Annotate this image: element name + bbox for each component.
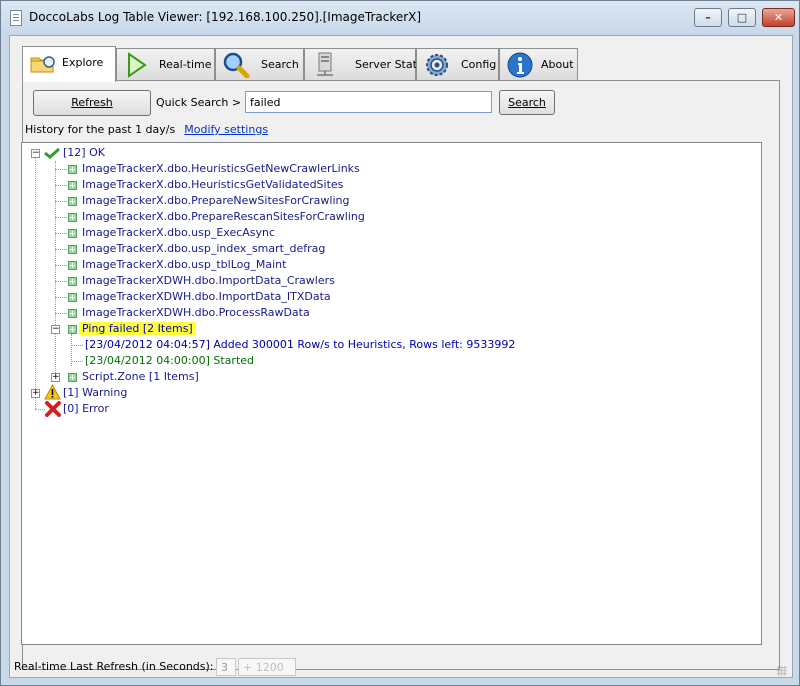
tree-guide bbox=[55, 201, 69, 202]
leaf-icon bbox=[68, 197, 77, 206]
quick-search-input[interactable] bbox=[245, 91, 492, 113]
check-icon bbox=[44, 147, 60, 159]
leaf-icon bbox=[68, 245, 77, 254]
maximize-icon: □ bbox=[736, 11, 748, 24]
tree-item[interactable]: ImageTrackerX.dbo.usp_index_smart_defrag bbox=[82, 241, 325, 257]
explore-panel: Refresh Quick Search > Search History fo… bbox=[21, 80, 780, 670]
tree-item[interactable]: ImageTrackerX.dbo.usp_tblLog_Maint bbox=[82, 257, 286, 273]
tree-guide bbox=[55, 265, 69, 266]
leaf-icon bbox=[68, 373, 77, 382]
tree-guide bbox=[55, 297, 69, 298]
tab-explore[interactable]: Explore bbox=[22, 46, 116, 82]
refresh-interval-max[interactable]: + 1200 bbox=[238, 658, 296, 676]
tree-node-ok[interactable]: [12] OK bbox=[63, 145, 105, 161]
tree-item[interactable]: ImageTrackerX.dbo.PrepareNewSitesForCraw… bbox=[82, 193, 349, 209]
leaf-icon bbox=[68, 261, 77, 270]
tab-search[interactable]: Search bbox=[215, 48, 304, 80]
tree-item[interactable]: ImageTrackerX.dbo.HeuristicsGetNewCrawle… bbox=[82, 161, 360, 177]
error-x-icon bbox=[45, 401, 61, 417]
tab-about[interactable]: About bbox=[499, 48, 578, 80]
quick-search-label: Quick Search > bbox=[156, 96, 242, 109]
server-icon bbox=[317, 52, 333, 76]
leaf-icon bbox=[68, 213, 77, 222]
tree-guide bbox=[55, 281, 69, 282]
tree-guide bbox=[55, 233, 69, 234]
refresh-label: Refresh bbox=[71, 96, 113, 109]
history-text: History for the past 1 day/s bbox=[25, 123, 176, 136]
ping-failed-label: Ping failed [2 Items] bbox=[79, 322, 196, 335]
tree-item[interactable]: ImageTrackerX.dbo.PrepareRescanSitesForC… bbox=[82, 209, 365, 225]
tree-guide bbox=[55, 185, 69, 186]
tab-label: Explore bbox=[62, 56, 104, 69]
expand-toggle[interactable]: + bbox=[31, 389, 40, 398]
leaf-icon bbox=[68, 325, 77, 334]
refresh-max-value: 1200 bbox=[255, 661, 284, 674]
tree-guide bbox=[55, 169, 69, 170]
leaf-icon bbox=[68, 293, 77, 302]
info-icon bbox=[507, 52, 533, 78]
close-icon: ✕ bbox=[773, 11, 784, 24]
tree-item[interactable]: ImageTrackerXDWH.dbo.ProcessRawData bbox=[82, 305, 310, 321]
tree-item[interactable]: ImageTrackerXDWH.dbo.ImportData_ITXData bbox=[82, 289, 331, 305]
tree-node-error[interactable]: [0] Error bbox=[63, 401, 109, 417]
leaf-icon bbox=[68, 277, 77, 286]
app-window: DoccoLabs Log Table Viewer: [192.168.100… bbox=[0, 0, 800, 686]
title-bar[interactable]: DoccoLabs Log Table Viewer: [192.168.100… bbox=[1, 1, 799, 35]
history-line: History for the past 1 day/s Modify setti… bbox=[25, 123, 268, 136]
tab-config[interactable]: Config bbox=[416, 48, 499, 80]
client-area: Explore Real-time Search Server Stats Co… bbox=[9, 35, 793, 678]
tree-guide bbox=[71, 345, 83, 346]
tree-node-script-zone[interactable]: Script.Zone [1 Items] bbox=[82, 369, 199, 385]
window-title: DoccoLabs Log Table Viewer: [192.168.100… bbox=[29, 10, 422, 24]
tree-guide bbox=[35, 409, 45, 410]
tree-guide bbox=[71, 361, 83, 362]
app-icon bbox=[10, 10, 22, 26]
status-bar: Real-time Last Refresh (in Seconds): 3 +… bbox=[9, 656, 791, 678]
refresh-interval-label: Real-time Last Refresh (in Seconds): bbox=[14, 660, 214, 673]
maximize-button[interactable]: □ bbox=[728, 8, 756, 27]
search-button[interactable]: Search bbox=[499, 90, 555, 115]
tree-guide bbox=[55, 217, 69, 218]
leaf-icon bbox=[68, 181, 77, 190]
leaf-icon bbox=[68, 309, 77, 318]
tab-server-stats[interactable]: Server Stats bbox=[304, 48, 423, 80]
warning-icon bbox=[44, 384, 61, 400]
tab-label: Search bbox=[261, 58, 299, 71]
tree-guide bbox=[55, 249, 69, 250]
tab-real-time[interactable]: Real-time bbox=[116, 48, 215, 80]
tree-node-warning[interactable]: [1] Warning bbox=[63, 385, 127, 401]
tree-guide bbox=[55, 161, 56, 377]
resize-grip-icon[interactable] bbox=[777, 666, 787, 676]
minimize-button[interactable]: – bbox=[694, 8, 722, 27]
leaf-icon bbox=[68, 165, 77, 174]
tree-item[interactable]: ImageTrackerX.dbo.HeuristicsGetValidated… bbox=[82, 177, 343, 193]
tab-label: Server Stats bbox=[355, 58, 423, 71]
log-tree[interactable]: − [12] OK ImageTrackerX.dbo.HeuristicsGe… bbox=[21, 142, 762, 645]
play-icon bbox=[128, 52, 147, 78]
leaf-icon bbox=[68, 229, 77, 238]
log-entry[interactable]: [23/04/2012 04:04:57] Added 300001 Row/s… bbox=[85, 337, 515, 353]
tab-label: Real-time bbox=[159, 58, 212, 71]
tree-guide bbox=[55, 313, 69, 314]
gear-icon bbox=[426, 54, 448, 76]
tab-label: About bbox=[541, 58, 574, 71]
minimize-icon: – bbox=[705, 11, 711, 24]
tree-node-ping-failed[interactable]: Ping failed [2 Items] bbox=[79, 321, 196, 337]
tree-guide bbox=[35, 153, 36, 409]
collapse-toggle[interactable]: − bbox=[31, 149, 40, 158]
expand-toggle[interactable]: + bbox=[51, 373, 60, 382]
tree-item[interactable]: ImageTrackerX.dbo.usp_ExecAsync bbox=[82, 225, 275, 241]
collapse-toggle[interactable]: − bbox=[51, 325, 60, 334]
tab-label: Config bbox=[461, 58, 497, 71]
log-entry[interactable]: [23/04/2012 04:00:00] Started bbox=[85, 353, 254, 369]
modify-settings-link[interactable]: Modify settings bbox=[184, 123, 268, 136]
folder-search-icon bbox=[30, 56, 55, 73]
refresh-interval-value[interactable]: 3 bbox=[216, 658, 236, 676]
magnifier-icon bbox=[223, 52, 250, 78]
refresh-button[interactable]: Refresh bbox=[33, 90, 151, 116]
tree-item[interactable]: ImageTrackerXDWH.dbo.ImportData_Crawlers bbox=[82, 273, 335, 289]
close-button[interactable]: ✕ bbox=[762, 8, 795, 27]
search-label: Search bbox=[508, 96, 546, 109]
